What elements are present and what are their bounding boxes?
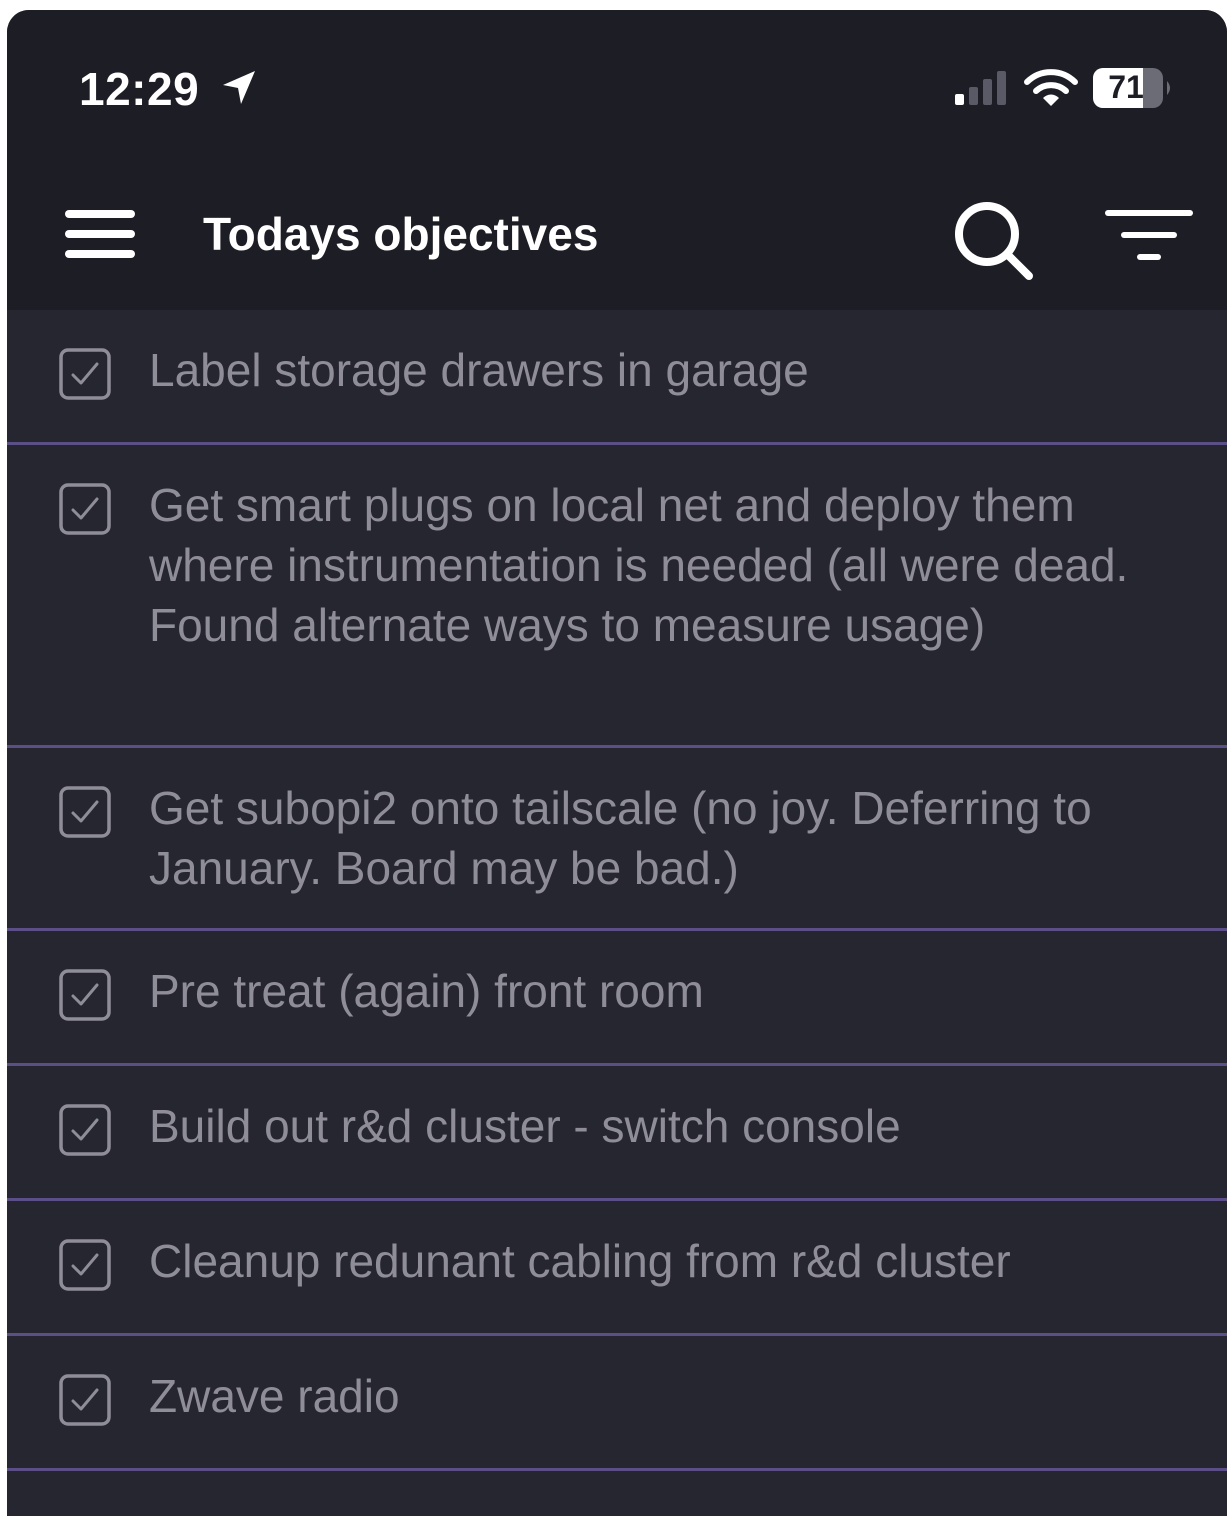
- task-row[interactable]: Build out r&d cluster - switch console: [7, 1066, 1227, 1201]
- task-label: Cleanup redunant cabling from r&d cluste…: [149, 1235, 1011, 1287]
- checkbox-checked-icon[interactable]: [59, 1374, 111, 1426]
- task-label: Zwave radio: [149, 1370, 400, 1422]
- checkbox-checked-icon[interactable]: [59, 1104, 111, 1156]
- phone-screen: 12:29 71 Todays objectives Label storage…: [7, 10, 1227, 1516]
- task-list: Label storage drawers in garage Get smar…: [7, 310, 1227, 1471]
- checkbox-checked-icon[interactable]: [59, 969, 111, 1021]
- search-icon[interactable]: [951, 198, 1035, 282]
- location-arrow-icon: [223, 71, 255, 104]
- task-row[interactable]: Pre treat (again) front room: [7, 931, 1227, 1066]
- task-label: Pre treat (again) front room: [149, 965, 704, 1017]
- task-label: Build out r&d cluster - switch console: [149, 1100, 901, 1152]
- battery-level: 71: [1108, 69, 1144, 105]
- task-row[interactable]: Label storage drawers in garage: [7, 310, 1227, 445]
- task-row[interactable]: Get smart plugs on local net and deploy …: [7, 445, 1227, 748]
- page-title: Todays objectives: [203, 208, 599, 260]
- task-label: Get subopi2 onto tailscale (no joy. Defe…: [149, 782, 1092, 894]
- task-row[interactable]: Get subopi2 onto tailscale (no joy. Defe…: [7, 748, 1227, 931]
- checkbox-checked-icon[interactable]: [59, 348, 111, 400]
- cellular-signal-icon: [955, 71, 1006, 105]
- filter-icon[interactable]: [1103, 208, 1195, 264]
- task-label: Get smart plugs on local net and deploy …: [149, 479, 1129, 651]
- task-label: Label storage drawers in garage: [149, 344, 809, 396]
- task-row[interactable]: Cleanup redunant cabling from r&d cluste…: [7, 1201, 1227, 1336]
- task-row[interactable]: Zwave radio: [7, 1336, 1227, 1471]
- checkbox-checked-icon[interactable]: [59, 1239, 111, 1291]
- top-bar: 12:29 71 Todays objectives: [7, 10, 1227, 310]
- checkbox-checked-icon[interactable]: [59, 483, 111, 535]
- menu-icon[interactable]: [63, 206, 137, 262]
- wifi-icon: [1024, 69, 1078, 106]
- checkbox-checked-icon[interactable]: [59, 786, 111, 838]
- status-time: 12:29: [79, 63, 200, 115]
